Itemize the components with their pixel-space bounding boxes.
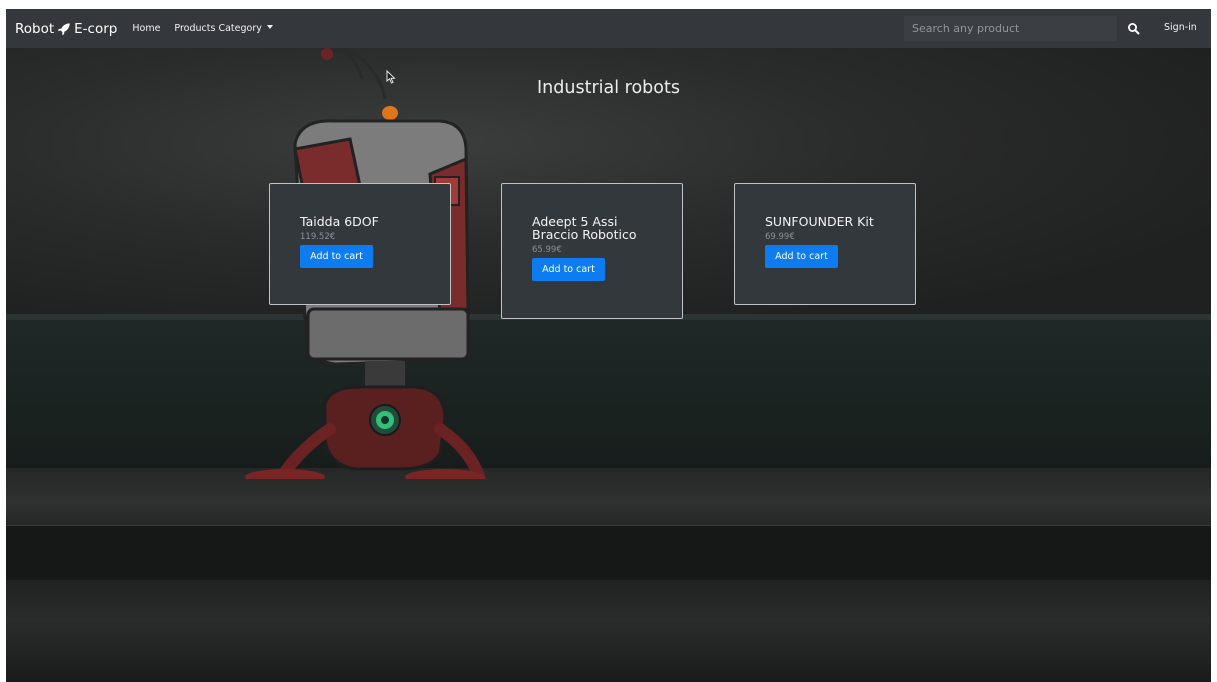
search-input[interactable]: Search any product xyxy=(904,16,1117,41)
top-navbar: Robot E-corp Home Products Category Sear… xyxy=(6,9,1211,48)
caret-down-icon xyxy=(266,25,273,29)
search-placeholder: Search any product xyxy=(912,22,1020,35)
add-to-cart-button[interactable]: Add to cart xyxy=(300,245,373,268)
background-scene xyxy=(6,47,1211,682)
product-card: Adeept 5 Assi Braccio Robotico 65.99€ Ad… xyxy=(501,183,683,319)
add-to-cart-button[interactable]: Add to cart xyxy=(532,258,605,281)
brand-logo-link[interactable]: Robot E-corp xyxy=(15,21,117,37)
search-icon[interactable] xyxy=(1126,21,1142,37)
rocket-icon xyxy=(58,22,70,35)
page-viewport: Robot E-corp Home Products Category Sear… xyxy=(6,9,1211,682)
background-step-lower xyxy=(6,580,1211,682)
product-price: 69.99€ xyxy=(765,232,795,242)
background-floor xyxy=(6,468,1211,528)
add-to-cart-button[interactable]: Add to cart xyxy=(765,245,838,268)
product-name: Taidda 6DOF xyxy=(300,214,379,229)
product-card: Taidda 6DOF 119.52€ Add to cart xyxy=(269,183,451,305)
product-name-line2: Braccio Robotico xyxy=(532,227,637,242)
signin-link[interactable]: Sign-in xyxy=(1164,22,1197,33)
background-wall-lower xyxy=(6,320,1211,480)
nav-link-home[interactable]: Home xyxy=(132,23,160,34)
product-card: SUNFOUNDER Kit 69.99€ Add to cart xyxy=(734,183,916,305)
product-name: SUNFOUNDER Kit xyxy=(765,214,874,229)
page-title: Industrial robots xyxy=(537,78,680,98)
brand-name-right: E-corp xyxy=(74,20,118,37)
background-step xyxy=(6,525,1211,580)
nav-dropdown-products-category[interactable]: Products Category xyxy=(174,23,273,34)
brand-name-left: Robot xyxy=(15,20,55,37)
product-price: 119.52€ xyxy=(300,232,336,242)
nav-dropdown-label: Products Category xyxy=(174,23,262,34)
product-price: 65.99€ xyxy=(532,245,562,255)
